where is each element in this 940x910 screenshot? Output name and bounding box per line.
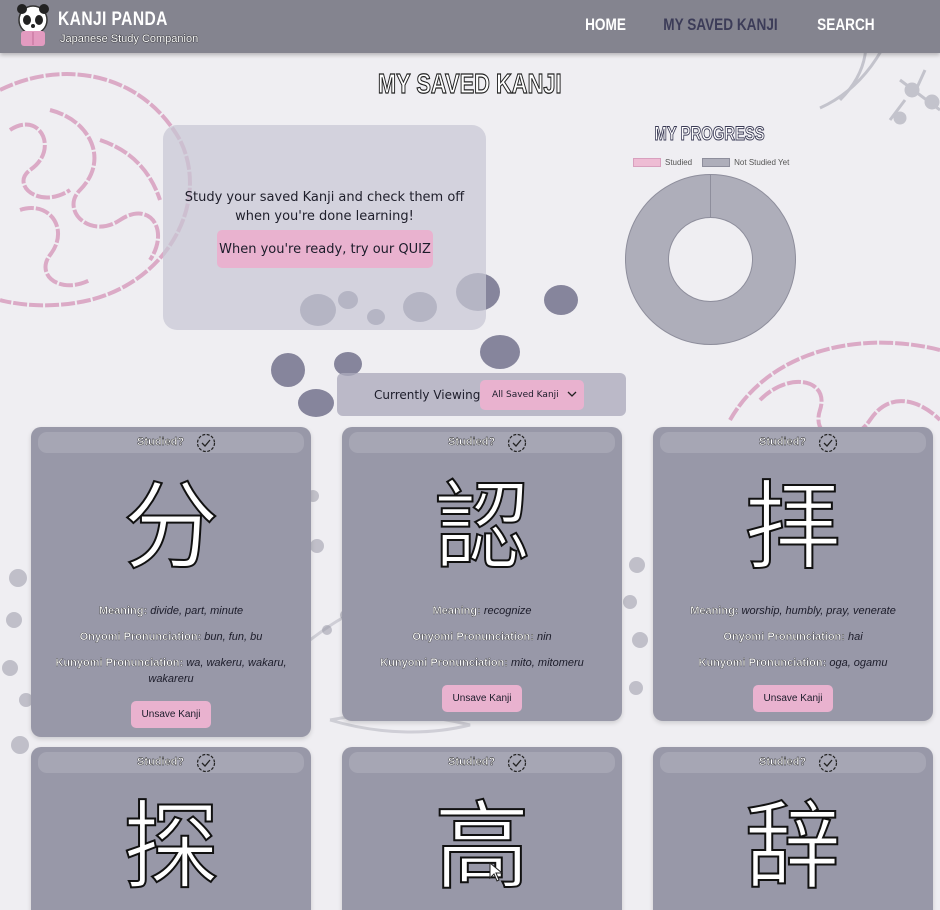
studied-check-icon[interactable] bbox=[818, 433, 838, 453]
kunyomi-line: Kunyomi Pronunciation: oga, ogamu bbox=[663, 655, 923, 671]
chevron-down-icon bbox=[567, 391, 577, 397]
studied-check-icon[interactable] bbox=[818, 753, 838, 773]
kunyomi-value: mito, mitomeru bbox=[511, 657, 584, 669]
studied-bar: Studied? bbox=[349, 432, 615, 453]
onyomi-line: Onyomi Pronunciation: bun, fun, bu bbox=[41, 629, 301, 645]
unsave-kanji-button[interactable]: Unsave Kanji bbox=[442, 685, 522, 712]
top-nav: KANJI PANDA Japanese Study Companion HOM… bbox=[0, 0, 940, 53]
studied-check-icon[interactable] bbox=[196, 433, 216, 453]
onyomi-value: hai bbox=[848, 631, 863, 643]
meaning-line: Meaning: worship, humbly, pray, venerate bbox=[663, 603, 923, 619]
legend-label-studied: Studied bbox=[665, 158, 693, 167]
kanji-card: Studied? 探 bbox=[31, 747, 311, 910]
studied-bar: Studied? bbox=[349, 752, 615, 773]
legend-swatch-studied bbox=[633, 158, 661, 167]
page-title-text: MY SAVED KANJI bbox=[378, 67, 563, 99]
kunyomi-value: oga, ogamu bbox=[829, 657, 888, 669]
filter-selected-value: All Saved Kanji bbox=[492, 390, 559, 400]
meaning-label: Meaning: bbox=[690, 605, 739, 617]
progress-title: MY PROGRESS bbox=[600, 124, 820, 146]
onyomi-line: Onyomi Pronunciation: nin bbox=[352, 629, 612, 645]
brand-title[interactable]: KANJI PANDA bbox=[58, 9, 168, 31]
onyomi-value: nin bbox=[537, 631, 552, 643]
nav-home-link[interactable]: HOME bbox=[585, 15, 626, 35]
kunyomi-line: Kunyomi Pronunciation: wa, wakeru, wakar… bbox=[41, 655, 301, 687]
kanji-filter-select[interactable]: All Saved Kanji bbox=[480, 380, 584, 410]
studied-check-icon[interactable] bbox=[507, 433, 527, 453]
legend-swatch-not-studied bbox=[702, 158, 731, 167]
filter-bar: Currently Viewing: All Saved Kanji bbox=[337, 373, 626, 416]
studied-check-icon[interactable] bbox=[507, 753, 527, 773]
meaning-value: recognize bbox=[483, 605, 532, 617]
onyomi-value: bun, fun, bu bbox=[204, 631, 263, 643]
chart-legend: Studied Not Studied Yet bbox=[633, 158, 789, 167]
onyomi-line: Onyomi Pronunciation: hai bbox=[663, 629, 923, 645]
onyomi-label: Onyomi Pronunciation: bbox=[723, 631, 845, 643]
kanji-card: Studied? 拝 Meaning: worship, humbly, pra… bbox=[653, 427, 933, 721]
studied-label: Studied? bbox=[137, 436, 185, 448]
kanji-character: 高 bbox=[433, 791, 531, 903]
studied-check-icon[interactable] bbox=[196, 753, 216, 773]
studied-label: Studied? bbox=[137, 756, 185, 768]
meaning-label: Meaning: bbox=[432, 605, 481, 617]
progress-title-text: MY PROGRESS bbox=[654, 124, 766, 146]
studied-bar: Studied? bbox=[660, 432, 926, 453]
unsave-kanji-button[interactable]: Unsave Kanji bbox=[131, 701, 211, 728]
onyomi-label: Onyomi Pronunciation: bbox=[412, 631, 534, 643]
legend-label-not-studied: Not Studied Yet bbox=[734, 158, 790, 167]
meaning-label: Meaning: bbox=[98, 605, 148, 617]
unsave-kanji-button[interactable]: Unsave Kanji bbox=[753, 685, 833, 712]
kanji-card: Studied? 認 Meaning: recognize Onyomi Pro… bbox=[342, 427, 622, 721]
legend-studied[interactable]: Studied bbox=[633, 158, 692, 167]
kanji-card: Studied? 分 Meaning: divide, part, minute… bbox=[31, 427, 311, 737]
kunyomi-label: Kunyomi Pronunciation: bbox=[698, 657, 827, 669]
onyomi-label: Onyomi Pronunciation: bbox=[79, 631, 202, 643]
nav-links: HOME MY SAVED KANJI SEARCH bbox=[580, 15, 882, 35]
filter-label: Currently Viewing: bbox=[374, 388, 485, 402]
mouse-cursor-icon bbox=[489, 862, 503, 882]
kanji-character: 拝 bbox=[744, 471, 842, 583]
intro-text: Study your saved Kanji and check them of… bbox=[184, 190, 465, 224]
studied-bar: Studied? bbox=[38, 432, 304, 453]
kanji-character: 分 bbox=[122, 471, 220, 583]
kanji-character: 認 bbox=[433, 471, 531, 583]
progress-donut-chart bbox=[625, 174, 796, 345]
kunyomi-label: Kunyomi Pronunciation: bbox=[380, 657, 508, 669]
kunyomi-label: Kunyomi Pronunciation: bbox=[55, 657, 184, 669]
studied-label: Studied? bbox=[759, 436, 807, 448]
studied-label: Studied? bbox=[448, 436, 496, 448]
meaning-value: worship, humbly, pray, venerate bbox=[741, 605, 896, 617]
kanji-card: Studied? 高 bbox=[342, 747, 622, 910]
meaning-value: divide, part, minute bbox=[150, 605, 244, 617]
meaning-line: Meaning: recognize bbox=[352, 603, 612, 619]
legend-not-studied[interactable]: Not Studied Yet bbox=[702, 158, 789, 167]
panda-logo-icon[interactable] bbox=[14, 3, 52, 47]
kanji-character: 辞 bbox=[744, 791, 842, 903]
quiz-button[interactable]: When you're ready, try our QUIZ bbox=[217, 230, 433, 268]
studied-label: Studied? bbox=[759, 756, 807, 768]
studied-bar: Studied? bbox=[38, 752, 304, 773]
kanji-character: 探 bbox=[122, 791, 220, 903]
nav-saved-kanji-link[interactable]: MY SAVED KANJI bbox=[664, 15, 778, 35]
page-title: MY SAVED KANJI bbox=[0, 67, 940, 100]
studied-label: Studied? bbox=[448, 756, 496, 768]
intro-panel: Study your saved Kanji and check them of… bbox=[163, 125, 486, 330]
kunyomi-line: Kunyomi Pronunciation: mito, mitomeru bbox=[352, 655, 612, 671]
nav-search-link[interactable]: SEARCH bbox=[817, 15, 874, 35]
brand-tagline: Japanese Study Companion bbox=[60, 33, 199, 45]
studied-bar: Studied? bbox=[660, 752, 926, 773]
meaning-line: Meaning: divide, part, minute bbox=[41, 603, 301, 619]
kanji-card: Studied? 辞 bbox=[653, 747, 933, 910]
